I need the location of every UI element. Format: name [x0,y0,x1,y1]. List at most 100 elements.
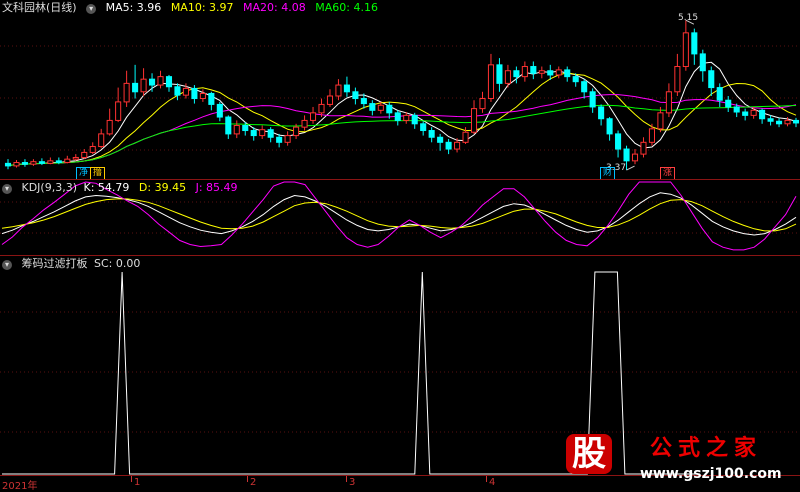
candle-body [564,69,571,78]
candle-body [352,91,359,100]
kdj-d-label: D: 39.45 [138,181,187,194]
kdj-j-label: J: 85.49 [195,181,238,194]
candle-body [182,87,189,96]
watermark-url: www.gszj100.com [640,466,782,482]
candle-body [149,78,156,86]
candle-body [242,124,249,132]
candle-body [623,148,630,162]
x-tick [131,476,132,482]
price-panel-header: 文科园林(日线) ▾ MA5: 3.96 MA10: 3.97 MA20: 4.… [2,1,384,15]
candle-body [403,114,410,121]
x-tick-label: 4 [489,477,496,488]
candle-body [225,116,232,135]
candle-body [106,119,113,135]
kdj-k-label: K: 54.79 [83,181,130,194]
candle-body [411,114,418,125]
candle-body [479,98,486,110]
candle-body [496,64,503,84]
kdj-name: KDJ(9,3,3) [21,181,78,194]
candle-body [72,156,79,160]
candle-body [276,136,283,143]
candle-body [513,70,520,78]
candle-body [394,112,401,121]
candle-body [631,153,639,162]
candle-body [98,133,105,148]
candle-body [572,76,579,83]
candle-body [335,84,342,97]
candle-body [199,92,206,100]
candle-body [309,112,317,121]
ma10-label: MA10: 3.97 [170,1,234,14]
candle-body [521,66,528,78]
candle-body [657,112,664,130]
candle-body [733,106,740,113]
x-tick-label: 3 [349,477,356,488]
candle-body [462,131,469,143]
candle-body [174,86,181,96]
candle-body [38,161,45,164]
candle-body [301,119,308,128]
candle-body [581,81,588,93]
chevron-down-icon[interactable]: ▾ [86,4,97,14]
ma5-label: MA5: 3.96 [105,1,162,14]
candle-body [445,141,452,150]
watermark: 股 公式之家 www.gszj100.com [556,432,796,486]
candle-body [132,82,139,93]
panel-divider [0,255,800,256]
stock-title: 文科园林(日线) [2,1,77,14]
candle-body [716,87,723,101]
candle-body [115,101,122,121]
candle-body [21,162,28,165]
candle-body [81,151,88,158]
candle-body [165,76,173,88]
candle-body [555,69,562,76]
candle-body [318,103,325,114]
candle-body [55,160,62,164]
chevron-down-icon[interactable]: ▾ [2,260,12,270]
candle-body [725,99,732,108]
candle-body [13,162,20,167]
candle-body [140,78,147,93]
candle-body [487,64,495,100]
candle-body [428,130,435,138]
candle-body [665,91,672,114]
candle-body [547,70,554,76]
x-tick-label: 1 [134,477,141,488]
candle-body [674,66,681,93]
candle-body [47,160,54,164]
candle-body [191,87,198,100]
candle-body [504,70,511,84]
candle-body [216,103,223,118]
candle-body [615,133,622,150]
candle-body [89,146,96,153]
candle-body [784,119,791,125]
candle-body [233,124,240,135]
candle-body [123,82,130,103]
candle-body [377,104,384,111]
x-tick-label: 2 [250,477,257,488]
chevron-down-icon[interactable]: ▾ [2,184,12,194]
candle-body [708,70,715,89]
candle-body [157,76,164,86]
candle-body [420,123,427,132]
ma60-label: MA60: 4.16 [315,1,378,14]
candle-body [470,108,478,133]
candle-body [326,95,334,105]
candle-body [750,109,757,116]
candle-body [208,92,215,105]
sc-value-label: SC: 0.00 [94,257,141,270]
panel-divider [0,179,800,180]
candle-body [267,129,274,138]
x-tick [486,476,487,482]
ma60-line [7,104,797,167]
candle-body [767,118,774,122]
candle-body [437,136,444,143]
candle-body [792,119,800,124]
sc-name: 筹码过滤打板 [21,257,88,270]
candle-body [343,84,350,93]
candle-body [776,120,783,125]
candle-body [606,118,613,135]
candle-body [699,53,706,72]
candle-body [589,91,596,108]
sc-panel-header: ▾ 筹码过滤打板 SC: 0.00 [2,257,146,271]
